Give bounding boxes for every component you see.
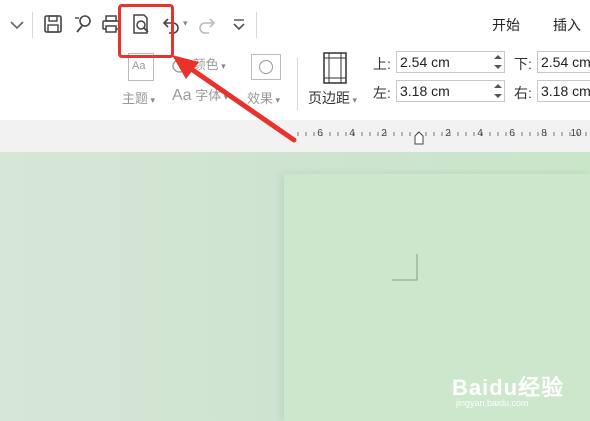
margins-button[interactable]: 页边距 ▾ <box>308 88 357 108</box>
palette-icon <box>172 58 188 73</box>
chevron-down-icon[interactable] <box>6 12 28 36</box>
top-margin-spinner[interactable] <box>494 53 502 71</box>
right-margin-label: 右: <box>514 85 532 101</box>
ruler-tick-label: 8 <box>541 128 547 139</box>
effects-label: 效果 <box>247 91 274 106</box>
left-margin-spinner[interactable] <box>494 82 502 100</box>
ruler-tick-label: 6 <box>509 128 515 139</box>
ruler-tick-label: 10 <box>570 128 582 139</box>
ruler-tick-label: 6 <box>317 128 323 139</box>
effects-button[interactable]: 效果 ▾ <box>247 88 280 107</box>
margins-label: 页边距 <box>308 90 350 106</box>
bottom-margin-field[interactable]: 2.54 cm <box>537 51 590 73</box>
font-icon: Aa <box>172 87 192 104</box>
top-margin-label: 上: <box>373 56 391 72</box>
toolbar-divider <box>32 12 33 38</box>
right-margin-value: 3.18 cm <box>541 83 590 99</box>
font-label: 字体 <box>195 88 222 103</box>
customize-toolbar-icon[interactable] <box>228 12 250 36</box>
ribbon-divider <box>297 58 298 110</box>
ruler-tick-label: 2 <box>381 128 387 139</box>
left-margin-value: 3.18 cm <box>400 83 450 99</box>
ruler-tick-label: 4 <box>349 128 355 139</box>
left-margin-field[interactable]: 3.18 cm <box>396 80 505 102</box>
toolbar-divider <box>256 12 257 38</box>
right-margin-field[interactable]: 3.18 cm <box>537 80 590 102</box>
effects-icon[interactable] <box>251 54 281 80</box>
left-margin-label: 左: <box>373 85 391 101</box>
indent-marker[interactable] <box>414 131 424 145</box>
color-label: 颜色 <box>192 57 219 72</box>
watermark-url: jingyan.baidu.com <box>456 398 529 408</box>
tab-start[interactable]: 开始 <box>492 15 520 35</box>
top-margin-value: 2.54 cm <box>400 54 450 70</box>
margins-icon[interactable] <box>322 52 348 84</box>
bottom-margin-label: 下: <box>514 56 532 72</box>
color-button[interactable]: 颜色 ▾ <box>171 54 226 74</box>
bottom-margin-value: 2.54 cm <box>541 54 590 70</box>
margin-corner-mark <box>392 254 418 281</box>
save-icon[interactable] <box>42 12 64 36</box>
ruler-tick-label: 4 <box>477 128 483 139</box>
format-painter-icon[interactable] <box>72 12 94 36</box>
ruler-tick-label: 2 <box>445 128 451 139</box>
font-button[interactable]: Aa 字体 ▾ <box>172 85 228 105</box>
undo-dropdown-icon[interactable]: ▾ <box>183 18 188 29</box>
tab-insert[interactable]: 插入 <box>553 15 581 35</box>
quick-access-toolbar: ▾ 开始 插入 <box>0 0 590 50</box>
theme-button[interactable]: 主题 ▾ <box>122 88 155 107</box>
top-margin-field[interactable]: 2.54 cm <box>396 51 505 73</box>
horizontal-ruler[interactable]: 6 4 2 2 4 6 8 10 <box>290 122 590 146</box>
ribbon-page-layout: Aa 主题 ▾ 颜色 ▾ Aa 字体 ▾ 效果 ▾ 页边距 ▾ 上: 2.54 … <box>0 50 590 120</box>
redo-icon[interactable] <box>196 12 218 36</box>
theme-label: 主题 <box>122 91 149 106</box>
highlight-box <box>118 4 174 58</box>
